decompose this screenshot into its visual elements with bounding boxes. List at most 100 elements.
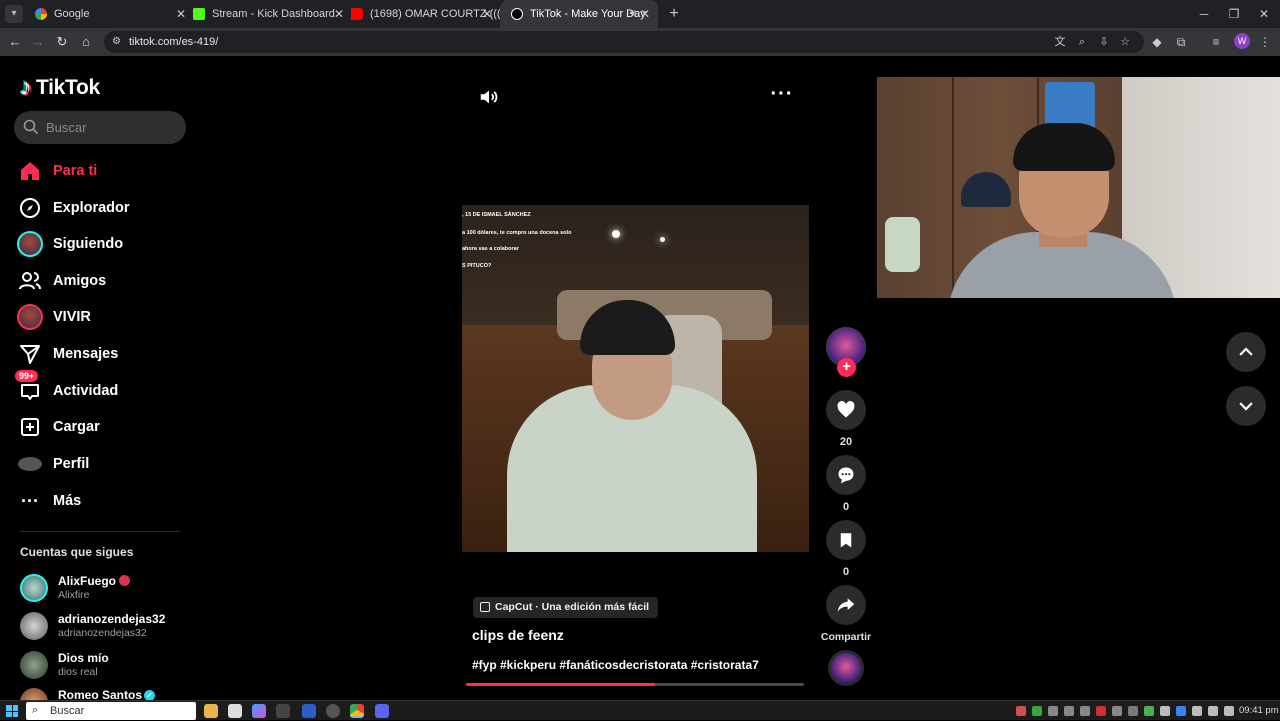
tab-title: Stream - Kick Dashboard xyxy=(212,8,335,20)
nav-vivir[interactable]: VIVIR xyxy=(16,301,184,333)
discord-icon[interactable] xyxy=(375,704,389,718)
nav-label: VIVIR xyxy=(53,309,91,325)
tab-google[interactable]: Google ✕ xyxy=(24,0,194,28)
tray-icon[interactable] xyxy=(1144,706,1154,716)
nav-para-ti[interactable]: Para ti xyxy=(16,155,184,187)
browser-toolbar: ← → ↻ ⌂ ⚙ tiktok.com/es-419/ 文 ⌕ ⇩ ☆ ◆ ⧉… xyxy=(0,28,1280,56)
network-icon[interactable] xyxy=(1192,706,1202,716)
save-button[interactable] xyxy=(826,520,866,560)
nav-explorador[interactable]: Explorador xyxy=(16,192,184,224)
nav-perfil[interactable]: Perfil xyxy=(16,448,184,480)
taskbar-clock[interactable]: 09:41 pm xyxy=(1239,701,1279,721)
nav-cargar[interactable]: Cargar xyxy=(16,411,184,443)
audio-playing-icon[interactable]: 🔊︎ xyxy=(630,0,636,28)
profile-avatar-icon[interactable]: W xyxy=(1234,33,1250,49)
nav-mas[interactable]: ··· Más xyxy=(16,485,184,517)
video-frame-light xyxy=(612,230,620,238)
media-control-icon[interactable]: ≡ xyxy=(1207,33,1225,51)
speaker-icon[interactable] xyxy=(1160,706,1170,716)
follow-button[interactable]: + xyxy=(837,358,856,377)
site-info-icon[interactable]: ⚙ xyxy=(112,35,126,49)
more-options-button[interactable]: ··· xyxy=(770,84,794,108)
close-window-button[interactable]: ✕ xyxy=(1248,0,1280,28)
app-icon[interactable] xyxy=(276,704,290,718)
like-button[interactable] xyxy=(826,390,866,430)
restore-button[interactable]: ❐ xyxy=(1218,0,1250,28)
steam-icon[interactable] xyxy=(1176,706,1186,716)
tab-title: Google xyxy=(54,8,90,20)
nav-actividad[interactable]: 99+ Actividad xyxy=(14,369,184,407)
previous-video-button[interactable] xyxy=(1226,332,1266,372)
app-icon[interactable] xyxy=(302,704,316,718)
video-frame-light xyxy=(660,237,665,242)
upload-icon xyxy=(16,413,44,441)
minimize-button[interactable]: ─ xyxy=(1188,0,1220,28)
tray-icon[interactable] xyxy=(1128,706,1138,716)
file-explorer-icon[interactable] xyxy=(204,704,218,718)
account-handle: Alixfire xyxy=(58,589,90,601)
tray-icon[interactable] xyxy=(1016,706,1026,716)
clock-app-icon[interactable] xyxy=(326,704,340,718)
tray-icon[interactable] xyxy=(1096,706,1106,716)
capcut-tag[interactable]: CapCut · Una edición más fácil xyxy=(473,597,659,618)
windows-start-icon[interactable] xyxy=(6,705,18,717)
following-account[interactable]: Dios mío dios real xyxy=(20,649,190,683)
music-disc-avatar[interactable] xyxy=(828,650,864,686)
back-button[interactable]: ← xyxy=(5,32,25,52)
tab-tiktok[interactable]: TikTok - Make Your Day 🔊︎ ✕ xyxy=(500,0,658,28)
webcam-door-line xyxy=(952,77,954,298)
bookmark-star-icon[interactable]: ☆ xyxy=(1117,35,1133,49)
nav-siguiendo[interactable]: Siguiendo xyxy=(16,228,184,260)
extension-icon[interactable]: ◆ xyxy=(1148,33,1166,51)
tray-icon[interactable] xyxy=(1032,706,1042,716)
nav-amigos[interactable]: Amigos xyxy=(16,265,184,297)
address-bar[interactable]: ⚙ tiktok.com/es-419/ 文 ⌕ ⇩ ☆ xyxy=(104,31,1144,53)
nav-mensajes[interactable]: Mensajes xyxy=(16,338,184,370)
chrome-menu-icon[interactable]: ⋮ xyxy=(1256,33,1274,51)
zoom-icon[interactable]: ⌕ xyxy=(1074,35,1090,49)
close-tab-icon[interactable]: ✕ xyxy=(640,0,650,28)
share-button[interactable] xyxy=(826,585,866,625)
home-button[interactable]: ⌂ xyxy=(76,32,96,52)
webcam-overlay xyxy=(877,77,1280,298)
tab-kick-dashboard[interactable]: Stream - Kick Dashboard ✕ xyxy=(182,0,352,28)
following-account[interactable]: adrianozendejas32 adrianozendejas32 xyxy=(20,610,190,644)
extensions-puzzle-icon[interactable]: ⧉ xyxy=(1172,33,1190,51)
video-hashtags[interactable]: #fyp #kickperu #fanáticosdecristorata #c… xyxy=(472,658,759,672)
video-progress-bar[interactable] xyxy=(466,683,804,686)
battery-icon[interactable] xyxy=(1224,706,1234,716)
copilot-icon[interactable] xyxy=(252,704,266,718)
chrome-icon[interactable] xyxy=(350,704,364,718)
avatar xyxy=(20,612,48,640)
install-app-icon[interactable]: ⇩ xyxy=(1096,35,1112,49)
notepad-icon[interactable] xyxy=(228,704,242,718)
tray-icon[interactable] xyxy=(1112,706,1122,716)
volume-tray-icon[interactable] xyxy=(1208,706,1218,716)
taskbar-search-label: Buscar xyxy=(50,705,85,717)
video-player[interactable]: , 15 DE ISMAEL SÁNCHEZ a 100 dólares, te… xyxy=(462,205,809,552)
forward-button[interactable]: → xyxy=(28,32,48,52)
video-caption: , 15 DE ISMAEL SÁNCHEZ xyxy=(462,212,531,218)
video-title: clips de feenz xyxy=(472,627,564,643)
taskbar-search[interactable]: ⌕ Buscar xyxy=(26,702,196,720)
tray-icon[interactable] xyxy=(1048,706,1058,716)
tray-icon[interactable] xyxy=(1080,706,1090,716)
tab-search-button[interactable]: ▾ xyxy=(5,5,23,23)
account-name: adrianozendejas32 xyxy=(58,612,166,626)
bookmark-icon xyxy=(840,533,852,548)
tiktok-logo[interactable]: ♪ TikTok xyxy=(20,74,100,102)
volume-button[interactable] xyxy=(478,86,502,110)
heart-icon xyxy=(837,401,855,418)
nav-label: Explorador xyxy=(53,200,130,216)
translate-icon[interactable]: 文 xyxy=(1052,35,1068,49)
tray-icon[interactable] xyxy=(1064,706,1074,716)
comment-button[interactable] xyxy=(826,455,866,495)
following-account[interactable]: AlixFuego Alixfire xyxy=(20,572,190,606)
next-video-button[interactable] xyxy=(1226,386,1266,426)
tab-youtube[interactable]: (1698) OMAR COURTZ (((ousi))) ✕ xyxy=(340,0,500,28)
search-box[interactable] xyxy=(14,111,186,144)
search-input[interactable] xyxy=(46,111,180,144)
reload-button[interactable]: ↻ xyxy=(52,32,72,52)
new-tab-button[interactable]: + xyxy=(664,4,684,24)
close-tab-icon[interactable]: ✕ xyxy=(482,0,492,28)
